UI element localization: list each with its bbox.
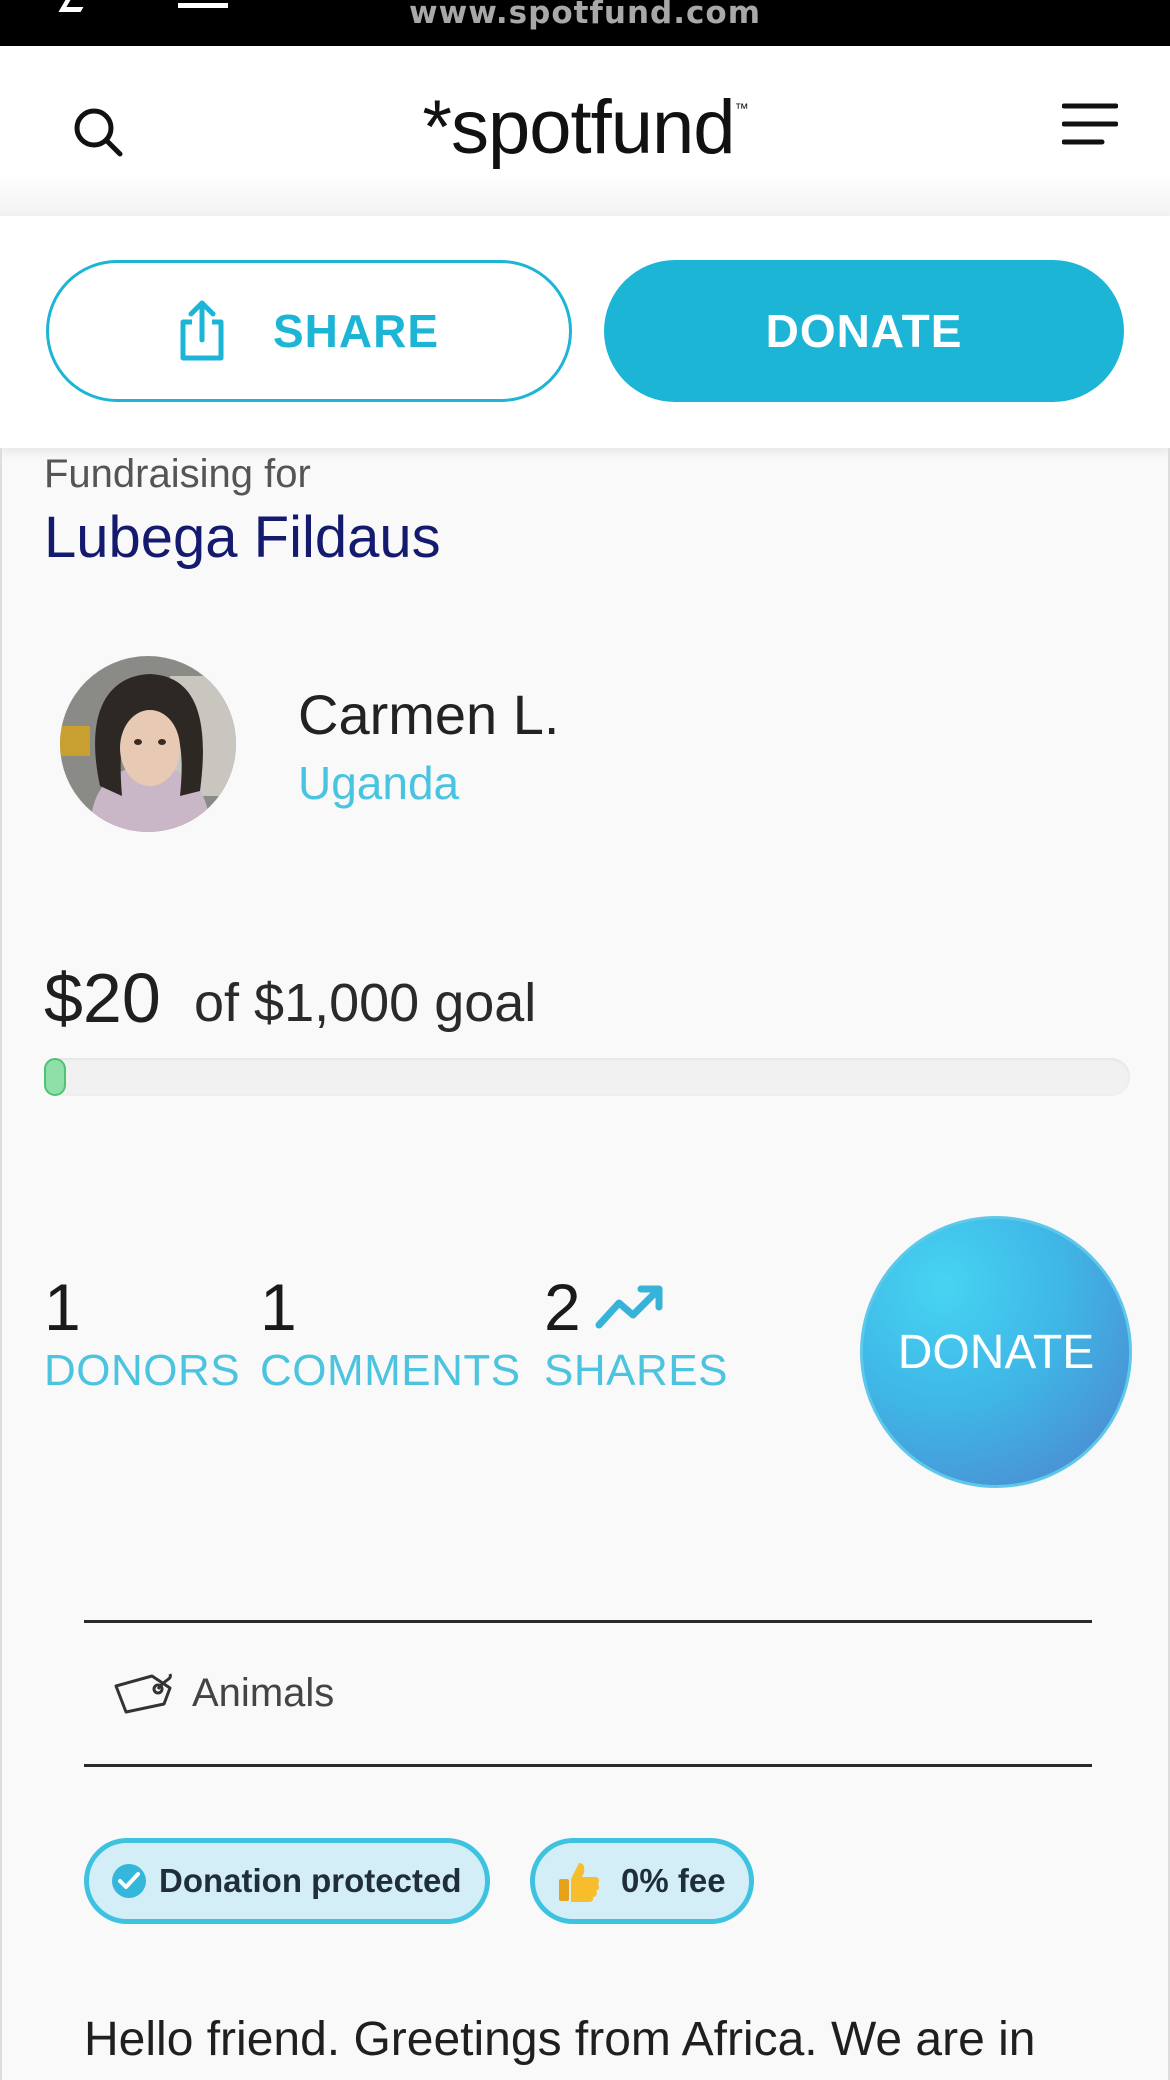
divider <box>84 1620 1092 1623</box>
progress-bar <box>44 1058 1130 1096</box>
share-icon <box>180 300 224 361</box>
fundraising-for-label: Fundraising for <box>44 452 311 496</box>
site-header: *spotfund™ <box>0 46 1170 216</box>
menu-icon[interactable] <box>1062 102 1118 146</box>
check-circle-icon <box>112 1864 146 1898</box>
url-text[interactable]: www.spotfund.com <box>0 0 1170 29</box>
organizer-avatar[interactable] <box>60 656 236 832</box>
organizer-location: Uganda <box>298 757 460 809</box>
donation-protected-label: Donation protected <box>159 1862 462 1899</box>
action-bar: SHARE DONATE <box>0 216 1170 448</box>
shares-count: 2 <box>544 1270 581 1344</box>
comments-stat[interactable]: 1 COMMENTS <box>260 1274 521 1396</box>
shares-label: SHARES <box>544 1346 728 1395</box>
thumbs-up-icon <box>559 1863 600 1902</box>
trending-up-icon <box>595 1285 663 1329</box>
divider <box>84 1764 1092 1767</box>
shares-stat[interactable]: 2 SHARES <box>544 1274 728 1396</box>
spotfund-logo[interactable]: *spotfund™ <box>0 84 1170 171</box>
beneficiary-link[interactable]: Lubega Fildaus <box>44 504 441 571</box>
category-label: Animals <box>192 1670 335 1715</box>
donate-circle-button[interactable]: DONATE <box>860 1216 1132 1488</box>
share-button-label: SHARE <box>272 305 440 357</box>
donors-label: DONORS <box>44 1346 241 1395</box>
amount-raised: $20 <box>44 959 161 1037</box>
organizer-name[interactable]: Carmen L. <box>298 682 559 747</box>
zero-fee-badge[interactable]: 0% fee <box>530 1838 754 1924</box>
progress-bar-fill <box>44 1058 66 1096</box>
goal-amount: of $1,000 goal <box>194 973 537 1033</box>
comments-label: COMMENTS <box>260 1346 521 1395</box>
category-tag[interactable]: Animals <box>112 1670 334 1716</box>
story-text: Hello friend. Greetings from Africa. We … <box>84 2013 1036 2066</box>
tag-icon <box>114 1673 172 1714</box>
donors-count: 1 <box>44 1270 81 1344</box>
donate-button[interactable]: DONATE <box>604 260 1124 402</box>
browser-url-bar: www.spotfund.com <box>0 0 1170 46</box>
share-button[interactable]: SHARE <box>46 260 572 402</box>
donation-protected-badge[interactable]: Donation protected <box>84 1838 490 1924</box>
zero-fee-label: 0% fee <box>621 1862 726 1899</box>
fundraiser-content: Fundraising for Lubega Fildaus Carmen L.… <box>0 448 1170 2080</box>
donors-stat[interactable]: 1 DONORS <box>44 1274 240 1396</box>
comments-count: 1 <box>260 1270 297 1344</box>
